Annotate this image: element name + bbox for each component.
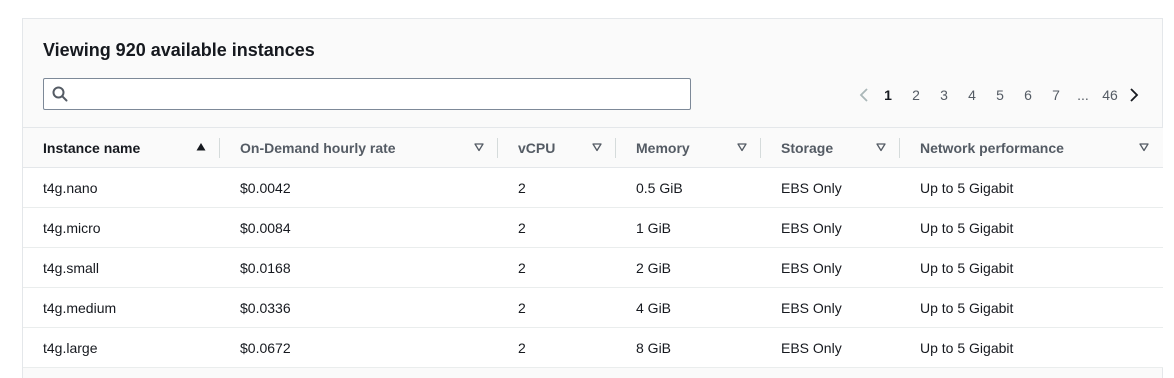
cell-instance-name: t4g.large [43,339,98,356]
pagination-ellipsis: ... [1077,87,1089,103]
column-label: vCPU [518,139,556,156]
cell-network-performance: Up to 5 Gigabit [920,219,1014,236]
cell-vcpu: 2 [518,299,526,316]
sort-icon [474,143,484,152]
cell-vcpu: 2 [518,219,526,236]
page-5-button[interactable]: 5 [986,87,1014,103]
chevron-left-icon [859,88,868,102]
cell-memory: 1 GiB [636,219,672,236]
page-6-button[interactable]: 6 [1014,87,1042,103]
column-header-on-demand-rate[interactable]: On-Demand hourly rate [220,128,498,168]
cell-memory: 2 GiB [636,259,672,276]
table-row[interactable]: t4g.micro $0.0084 2 1 GiB EBS Only Up to… [23,207,1163,248]
cell-storage: EBS Only [781,179,842,196]
cell-vcpu: 2 [518,339,526,356]
cell-hourly-rate: $0.0084 [240,219,291,236]
cell-instance-name: t4g.small [43,259,100,276]
page-3-button[interactable]: 3 [930,87,958,103]
cell-memory: 4 GiB [636,299,672,316]
sort-icon [876,143,886,152]
cell-hourly-rate: $0.0168 [240,259,291,276]
cell-storage: EBS Only [781,299,842,316]
cell-memory: 0.5 GiB [636,179,683,196]
instances-panel: Viewing 920 available instances 1 2 3 4 … [22,18,1163,378]
column-header-instance-name[interactable]: Instance name [23,128,220,168]
next-page-button[interactable] [1124,85,1144,105]
table-row[interactable]: t4g.large $0.0672 2 8 GiB EBS Only Up to… [23,327,1163,368]
previous-page-button[interactable] [854,85,874,105]
column-header-vcpu[interactable]: vCPU [498,128,616,168]
cell-network-performance: Up to 5 Gigabit [920,299,1014,316]
cell-storage: EBS Only [781,339,842,356]
cell-instance-name: t4g.medium [43,299,117,316]
cell-storage: EBS Only [781,259,842,276]
cell-network-performance: Up to 5 Gigabit [920,339,1014,356]
cell-vcpu: 2 [518,259,526,276]
table-row[interactable]: t4g.small $0.0168 2 2 GiB EBS Only Up to… [23,247,1163,288]
cell-hourly-rate: $0.0672 [240,339,291,356]
instances-table: Instance name On-Demand hourly rate vCPU [23,127,1163,368]
sort-icon [1139,143,1149,152]
page-1-button[interactable]: 1 [874,87,902,103]
cell-vcpu: 2 [518,179,526,196]
column-label: Storage [781,139,834,156]
column-header-memory[interactable]: Memory [616,128,761,168]
search-input[interactable] [76,83,676,105]
column-label: Memory [636,139,690,156]
table-header-row: Instance name On-Demand hourly rate vCPU [23,127,1163,168]
page-4-button[interactable]: 4 [958,87,986,103]
page-title: Viewing 920 available instances [43,40,315,60]
cell-instance-name: t4g.micro [43,219,101,236]
page-2-button[interactable]: 2 [902,87,930,103]
column-label: Instance name [43,139,141,156]
table-row[interactable]: t4g.nano $0.0042 2 0.5 GiB EBS Only Up t… [23,167,1163,208]
cell-hourly-rate: $0.0042 [240,179,291,196]
cell-network-performance: Up to 5 Gigabit [920,179,1014,196]
column-label: On-Demand hourly rate [240,139,396,156]
page-46-button[interactable]: 46 [1096,87,1124,103]
cell-network-performance: Up to 5 Gigabit [920,259,1014,276]
search-field[interactable] [43,78,691,110]
pagination: 1 2 3 4 5 6 7 ... 46 [854,83,1144,107]
cell-instance-name: t4g.nano [43,179,98,196]
sort-icon [592,143,602,152]
cell-storage: EBS Only [781,219,842,236]
table-row[interactable]: t4g.medium $0.0336 2 4 GiB EBS Only Up t… [23,287,1163,328]
cell-memory: 8 GiB [636,339,672,356]
column-header-storage[interactable]: Storage [761,128,900,168]
search-icon [52,86,68,102]
page-7-button[interactable]: 7 [1042,87,1070,103]
cell-hourly-rate: $0.0336 [240,299,291,316]
sort-ascending-icon [196,143,206,151]
column-header-network-performance[interactable]: Network performance [900,128,1163,168]
column-label: Network performance [920,139,1064,156]
chevron-right-icon [1130,88,1139,102]
sort-icon [737,143,747,152]
